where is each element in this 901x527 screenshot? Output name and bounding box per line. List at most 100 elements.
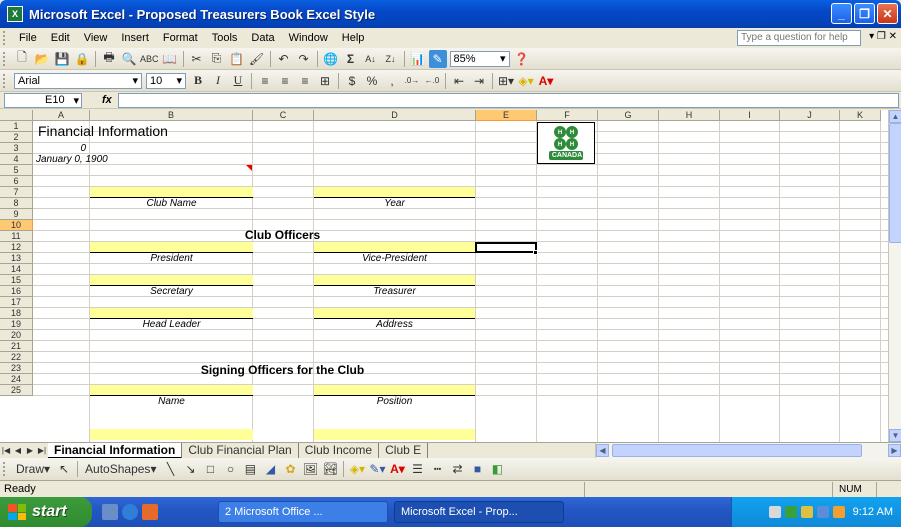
horizontal-scroll-thumb[interactable] [612, 444, 862, 457]
font-select[interactable]: Arial ▾ [14, 72, 142, 89]
menu-format[interactable]: Format [156, 32, 205, 44]
menu-window[interactable]: Window [282, 32, 335, 44]
print-preview-icon[interactable]: 🔍 [120, 50, 138, 68]
drawing-icon[interactable]: ✎ [428, 49, 447, 68]
row-header-25[interactable]: 25 [0, 385, 33, 396]
taskbar-item-office[interactable]: 2 Microsoft Office ... [218, 501, 388, 523]
column-header-k[interactable]: K [840, 110, 881, 121]
menu-data[interactable]: Data [244, 32, 281, 44]
next-sheet-icon[interactable]: ▶ [24, 446, 36, 455]
fill-handle[interactable] [533, 250, 538, 255]
row-header-15[interactable]: 15 [0, 275, 33, 286]
help-search-input[interactable]: Type a question for help [737, 30, 861, 46]
column-header-d[interactable]: D [314, 110, 476, 121]
scroll-right-icon[interactable]: ▶ [888, 444, 901, 457]
column-header-b[interactable]: B [90, 110, 253, 121]
sort-ascending-icon[interactable]: A↓ [362, 50, 380, 68]
row-header-4[interactable]: 4 [0, 154, 33, 165]
arrow-style-icon[interactable]: ⇄ [448, 460, 466, 478]
fill-color-icon[interactable]: ◈▾ [517, 72, 535, 90]
prev-sheet-icon[interactable]: ◀ [12, 446, 24, 455]
scroll-up-icon[interactable]: ▲ [889, 110, 901, 123]
outlook-icon[interactable] [142, 504, 158, 520]
align-left-icon[interactable]: ≡ [256, 72, 274, 90]
menu-file[interactable]: File [12, 32, 44, 44]
autoshapes-menu-button[interactable]: AutoShapes ▾ [82, 460, 159, 478]
fill-color-icon[interactable]: ◈▾ [348, 460, 366, 478]
row-header-23[interactable]: 23 [0, 363, 33, 374]
messenger-icon[interactable] [832, 506, 845, 518]
chart-wizard-icon[interactable]: 📊 [409, 50, 427, 68]
redo-icon[interactable]: ↷ [295, 50, 313, 68]
increase-decimal-icon[interactable]: .0→ [403, 72, 421, 90]
menu-insert[interactable]: Insert [114, 32, 156, 44]
row-header-14[interactable]: 14 [0, 264, 33, 275]
toolbar-grip[interactable] [3, 31, 9, 45]
cut-icon[interactable]: ✂ [188, 50, 206, 68]
row-header-24[interactable]: 24 [0, 374, 33, 385]
speaker-icon[interactable] [800, 506, 813, 518]
toolbar-grip[interactable] [3, 73, 9, 88]
zoom-select[interactable]: 85% ▾ [449, 50, 510, 67]
select-objects-icon[interactable]: ↖ [55, 460, 73, 478]
sort-descending-icon[interactable]: Z↓ [382, 50, 400, 68]
workbook-window-controls[interactable]: ▾ ❐ ✕ [869, 31, 897, 42]
3d-style-icon[interactable]: ◧ [488, 460, 506, 478]
name-box[interactable]: E10 ▾ [4, 92, 82, 108]
row-header-13[interactable]: 13 [0, 253, 33, 264]
underline-button[interactable]: U [229, 72, 247, 90]
clover-logo-image[interactable]: HH HH CANADA [537, 122, 595, 164]
clock[interactable]: 9:12 AM [853, 506, 893, 518]
bold-button[interactable]: B [189, 72, 207, 90]
undo-icon[interactable]: ↶ [275, 50, 293, 68]
toolbar-grip[interactable] [3, 462, 9, 476]
scroll-left-icon[interactable]: ◀ [596, 444, 609, 457]
row-header-2[interactable]: 2 [0, 132, 33, 143]
tray-app-icon[interactable] [816, 506, 829, 518]
column-header-g[interactable]: G [598, 110, 659, 121]
row-header-10[interactable]: 10 [0, 220, 33, 231]
decrease-indent-icon[interactable]: ⇤ [450, 72, 468, 90]
dash-style-icon[interactable]: ┅ [428, 460, 446, 478]
draw-menu-button[interactable]: Draw ▾ [13, 460, 53, 478]
picture-icon[interactable]: 🏞 [321, 460, 339, 478]
network-icon[interactable] [768, 506, 781, 518]
first-sheet-icon[interactable]: |◀ [0, 446, 12, 455]
tab-club-financial-plan[interactable]: Club Financial Plan [182, 442, 299, 459]
internet-explorer-icon[interactable] [122, 504, 138, 520]
row-header-7[interactable]: 7 [0, 187, 33, 198]
column-header-i[interactable]: I [720, 110, 780, 121]
font-color-icon[interactable]: A▾ [388, 460, 406, 478]
active-cell-e10[interactable] [475, 242, 537, 253]
column-header-j[interactable]: J [780, 110, 840, 121]
taskbar-item-excel[interactable]: Microsoft Excel - Prop... [394, 501, 564, 523]
format-painter-icon[interactable]: 🖌 [248, 50, 266, 68]
row-header-1[interactable]: 1 [0, 121, 33, 132]
line-style-icon[interactable]: ☰ [408, 460, 426, 478]
vertical-scrollbar[interactable]: ▲ ▼ [888, 110, 901, 442]
save-icon[interactable]: 💾 [53, 50, 71, 68]
select-all-corner[interactable] [0, 110, 33, 121]
tab-club-income[interactable]: Club Income [298, 442, 380, 459]
currency-button[interactable]: $ [343, 72, 361, 90]
close-button[interactable]: ✕ [877, 3, 898, 24]
show-desktop-icon[interactable] [102, 504, 118, 520]
row-header-19[interactable]: 19 [0, 319, 33, 330]
scroll-down-icon[interactable]: ▼ [889, 429, 901, 442]
rectangle-icon[interactable]: □ [201, 460, 219, 478]
menu-tools[interactable]: Tools [205, 32, 245, 44]
tab-financial-information[interactable]: Financial Information [48, 442, 183, 459]
arrow-icon[interactable]: ↘ [181, 460, 199, 478]
toolbar-grip[interactable] [3, 51, 9, 66]
row-header-3[interactable]: 3 [0, 143, 33, 154]
line-icon[interactable]: ╲ [161, 460, 179, 478]
textbox-icon[interactable]: ▤ [241, 460, 259, 478]
italic-button[interactable]: I [209, 72, 227, 90]
column-header-h[interactable]: H [659, 110, 720, 121]
permission-icon[interactable]: 🔒 [73, 50, 91, 68]
align-center-icon[interactable]: ≡ [276, 72, 294, 90]
help-icon[interactable]: ❓ [513, 50, 531, 68]
shadow-style-icon[interactable]: ■ [468, 460, 486, 478]
research-icon[interactable]: 📖 [161, 50, 179, 68]
line-color-icon[interactable]: ✎▾ [368, 460, 386, 478]
